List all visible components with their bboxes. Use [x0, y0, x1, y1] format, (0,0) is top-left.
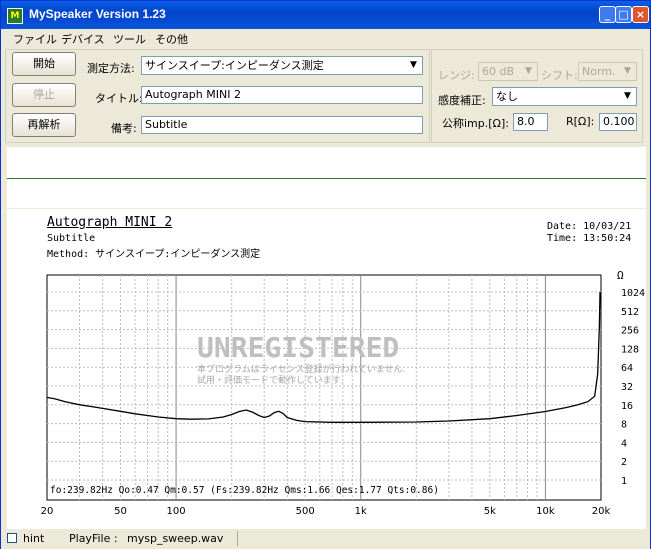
title-bar[interactable]: M MySpeaker Version 1.23 _ □ × — [1, 1, 650, 29]
reanalyze-button[interactable]: 再解析 — [12, 113, 76, 137]
app-icon[interactable]: M — [7, 8, 23, 24]
x-tick-label: 20 — [41, 506, 54, 517]
y-tick-label: 64 — [621, 363, 633, 374]
level-meter-area — [7, 147, 646, 179]
menu-bar: ファイル デバイス ツール その他 — [1, 29, 650, 47]
method-select[interactable]: サインスイープ:インピーダンス測定 ▼ — [141, 56, 423, 75]
r-input[interactable]: 0.100 — [599, 113, 637, 131]
title-input[interactable]: Autograph MINI 2 — [141, 86, 423, 104]
x-tick-label: 10k — [536, 506, 555, 517]
maximize-button[interactable]: □ — [615, 6, 632, 23]
nominal-imp-input[interactable]: 8.0 — [513, 113, 548, 131]
y-tick-labels: 1024 512 256 128 64 32 16 8 4 2 1 — [621, 288, 645, 487]
y-tick-label: 128 — [621, 344, 639, 355]
x-tick-label: 20k — [592, 506, 611, 517]
dropdown-arrow-icon[interactable]: ▼ — [620, 64, 635, 79]
window-title: MySpeaker Version 1.23 — [29, 7, 166, 21]
stop-button[interactable]: 停止 — [12, 83, 76, 107]
x-tick-label: 50 — [114, 506, 127, 517]
range-select[interactable]: 60 dB ▼ — [478, 62, 538, 81]
title-label: タイトル: — [95, 92, 143, 105]
y-tick-label: 32 — [621, 382, 633, 393]
sensitivity-select[interactable]: なし ▼ — [492, 87, 637, 106]
plot-pane: Autograph MINI 2 Subtitle Method: サインスイー… — [7, 209, 646, 529]
params-line: fo:239.82Hz Qo:0.47 Qm:0.57 (Fs:239.82Hz… — [50, 485, 439, 496]
nominal-imp-label: 公称imp.[Ω]: — [442, 117, 509, 130]
control-panel: 開始 停止 再解析 測定方法: サインスイープ:インピーダンス測定 ▼ タイトル… — [1, 47, 650, 147]
y-tick-label: 8 — [621, 420, 627, 431]
y-tick-label: 4 — [621, 438, 627, 449]
x-tick-label: 100 — [167, 506, 186, 517]
main-window: M MySpeaker Version 1.23 _ □ × ファイル デバイス… — [0, 0, 651, 549]
x-tick-labels: 20 50 100 500 1k 5k 10k 20k — [41, 506, 611, 517]
notes-label: 備考: — [111, 122, 137, 135]
close-button[interactable]: × — [632, 6, 649, 23]
watermark-sub-1: 本プログラムはライセンス登録が行われていません. — [197, 363, 405, 375]
sensitivity-label: 感度補正: — [438, 94, 486, 107]
y-tick-label: 2 — [621, 457, 627, 468]
menu-tools[interactable]: ツール — [113, 31, 146, 47]
method-label: 測定方法: — [87, 62, 135, 75]
hint-checkbox[interactable] — [7, 533, 17, 543]
sensitivity-value: なし — [496, 90, 518, 103]
y-tick-label: 16 — [621, 401, 633, 412]
menu-other[interactable]: その他 — [155, 31, 188, 47]
x-tick-label: 5k — [484, 506, 496, 517]
plot-frame — [46, 274, 602, 501]
dropdown-arrow-icon[interactable]: ▼ — [620, 89, 635, 104]
shift-select[interactable]: Norm. ▼ — [578, 62, 637, 81]
range-label: レンジ: — [438, 69, 475, 82]
x-tick-label: 1k — [355, 506, 367, 517]
menu-device[interactable]: デバイス — [61, 31, 105, 47]
playfile-value: mysp_sweep.wav — [127, 532, 224, 545]
shift-value: Norm. — [582, 65, 616, 78]
watermark-sub-2: 試用・評価モードで動作しています. — [197, 374, 344, 386]
status-divider — [237, 531, 238, 546]
watermark: UNREGISTERED — [197, 331, 399, 364]
y-unit-label: Ω — [617, 269, 624, 282]
notes-input[interactable]: Subtitle — [141, 116, 423, 134]
impedance-chart: 20 50 100 500 1k 5k 10k 20k 1024512256128643216… — [41, 269, 645, 517]
dropdown-arrow-icon[interactable]: ▼ — [406, 58, 421, 73]
minimize-button[interactable]: _ — [599, 6, 616, 23]
method-value: サインスイープ:インピーダンス測定 — [145, 59, 324, 72]
range-value: 60 dB — [482, 65, 515, 78]
blank-area — [7, 179, 646, 208]
y-tick-label: 1 — [621, 476, 627, 487]
status-bar: hint PlayFile : mysp_sweep.wav — [1, 529, 650, 549]
dropdown-arrow-icon[interactable]: ▼ — [521, 64, 536, 79]
y-tick-label: 512 — [621, 307, 639, 318]
menu-file[interactable]: ファイル — [13, 31, 57, 47]
grid — [47, 275, 601, 500]
start-button[interactable]: 開始 — [12, 52, 76, 76]
r-label: R[Ω]: — [566, 115, 595, 128]
hint-label: hint — [23, 532, 45, 545]
playfile-label: PlayFile : — [69, 532, 118, 545]
y-tick-label: 1024 — [621, 288, 645, 299]
shift-label: シフト: — [541, 69, 578, 82]
x-tick-label: 500 — [296, 506, 315, 517]
y-tick-label: 256 — [621, 326, 639, 337]
